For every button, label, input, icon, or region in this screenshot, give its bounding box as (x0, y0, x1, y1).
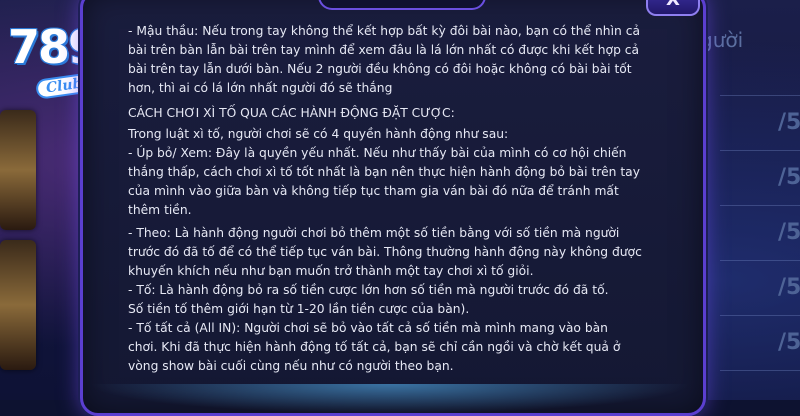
rules-intro: Trong luật xì tố, người chơi sẽ có 4 quy… (128, 125, 668, 144)
side-table-fraction: /5 (778, 220, 800, 245)
rules-paragraph-mau-thau: - Mậu thầu: Nếu trong tay không thể kết … (128, 22, 668, 98)
side-table-divider (720, 95, 800, 96)
side-table-fraction: /5 (778, 110, 800, 135)
text-line: Trong luật xì tố, người chơi sẽ có 4 quy… (128, 127, 509, 141)
side-card (0, 110, 36, 230)
side-table-fraction: /5 (778, 275, 800, 300)
rules-text: - Mậu thầu: Nếu trong tay không thể kết … (128, 22, 668, 376)
text-line: Số tiền tố thêm giới hạn từ 1-20 lần tiề… (128, 302, 470, 316)
side-table-header: gười (700, 28, 744, 52)
rules-paragraph-to-tat-ca: - Tố tất cả (All IN): Người chơi sẽ bỏ v… (128, 319, 668, 376)
rules-paragraph-to: - Tố: Là hành động bỏ ra số tiền cược lớ… (128, 281, 668, 319)
dialog-title-tab (318, 0, 486, 10)
text-line: của mình vào giữa bàn và không tiếp tục … (128, 184, 619, 198)
rules-paragraph-theo: - Theo: Là hành động người chơi bỏ thêm … (128, 224, 668, 281)
side-table-divider (720, 260, 800, 261)
side-table-divider (720, 370, 800, 371)
side-card (0, 240, 36, 370)
text-line: thêm tiền. (128, 203, 192, 217)
rules-paragraph-up-bo: - Úp bỏ/ Xem: Đây là quyền yếu nhất. Nếu… (128, 144, 668, 220)
text-line: CÁCH CHƠI XÌ TỐ QUA CÁC HÀNH ĐỘNG ĐẶT CƯ… (128, 106, 455, 120)
section-heading: CÁCH CHƠI XÌ TỐ QUA CÁC HÀNH ĐỘNG ĐẶT CƯ… (128, 104, 668, 123)
text-line: - Úp bỏ/ Xem: Đây là quyền yếu nhất. Nếu… (128, 146, 627, 160)
side-table-divider (720, 150, 800, 151)
side-table-divider (720, 315, 800, 316)
text-line: bài trên bàn lẫn bài trên tay mình để xe… (128, 43, 640, 57)
side-table-divider (720, 205, 800, 206)
close-button[interactable]: X (646, 0, 700, 16)
text-line: bài trên tay lẫn dưới bàn. Nếu 2 người đ… (128, 62, 632, 76)
text-line: trước đó đã tố để có thể tiếp tục ván bà… (128, 245, 642, 259)
text-line: - Tố: Là hành động bỏ ra số tiền cược lớ… (128, 283, 609, 297)
text-line: - Theo: Là hành động người chơi bỏ thêm … (128, 226, 620, 240)
text-line: chơi. Khi đã thực hiện hành động tố tất … (128, 340, 621, 354)
text-line: - Tố tất cả (All IN): Người chơi sẽ bỏ v… (128, 321, 608, 335)
text-line: vòng show bài cuối cùng nếu như có người… (128, 359, 454, 373)
text-line: thắng thấp, cách chơi xì tố tốt nhất là … (128, 165, 640, 179)
text-line: - Mậu thầu: Nếu trong tay không thể kết … (128, 24, 641, 38)
text-line: khuyến khích nếu như bạn muốn trở thành … (128, 264, 534, 278)
side-table-fraction: /5 (778, 165, 800, 190)
dialog-glow (88, 384, 692, 414)
side-table-fraction: /5 (778, 330, 800, 355)
text-line: hơn, thì ai có lá lớn nhất người đó sẽ t… (128, 81, 393, 95)
